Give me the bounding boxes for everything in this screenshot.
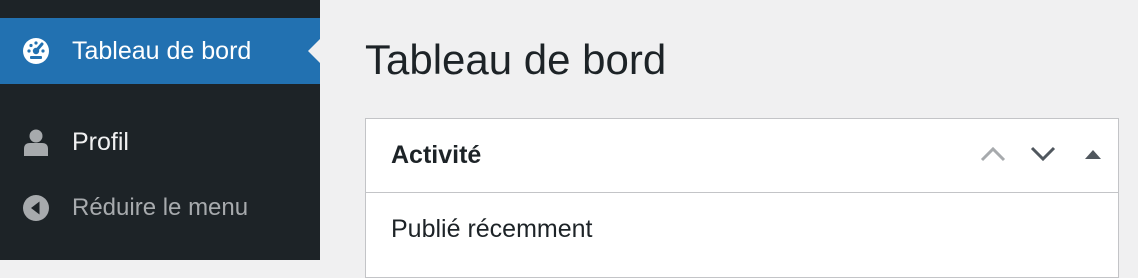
widget-handle-actions	[968, 119, 1118, 192]
dashboard-gauge-icon	[20, 35, 52, 67]
move-down-icon	[1029, 145, 1057, 166]
toggle-panel-icon	[1084, 147, 1102, 164]
page-title: Tableau de bord	[365, 36, 667, 83]
sidebar-top-strip	[0, 0, 320, 18]
collapse-arrow-icon	[20, 192, 52, 224]
admin-sidebar: Tableau de bord Profil Réduire le menu	[0, 0, 320, 260]
move-up-button[interactable]	[968, 131, 1018, 181]
widget-header: Activité	[366, 119, 1118, 193]
move-up-icon	[979, 145, 1007, 166]
activity-widget: Activité Publié récemment	[365, 118, 1119, 278]
move-down-button[interactable]	[1018, 131, 1068, 181]
collapse-menu-label: Réduire le menu	[72, 194, 249, 221]
widget-content: Publié récemment	[366, 193, 1118, 244]
user-icon	[20, 126, 52, 158]
toggle-panel-button[interactable]	[1068, 131, 1118, 181]
collapse-menu-button[interactable]: Réduire le menu	[0, 180, 320, 236]
sidebar-item-label: Tableau de bord	[72, 36, 252, 65]
sidebar-item-label: Profil	[72, 127, 129, 156]
recently-published-heading: Publié récemment	[391, 215, 593, 243]
sidebar-item-dashboard[interactable]: Tableau de bord	[0, 18, 320, 84]
widget-title: Activité	[391, 141, 482, 169]
sidebar-item-profil[interactable]: Profil	[0, 112, 320, 172]
